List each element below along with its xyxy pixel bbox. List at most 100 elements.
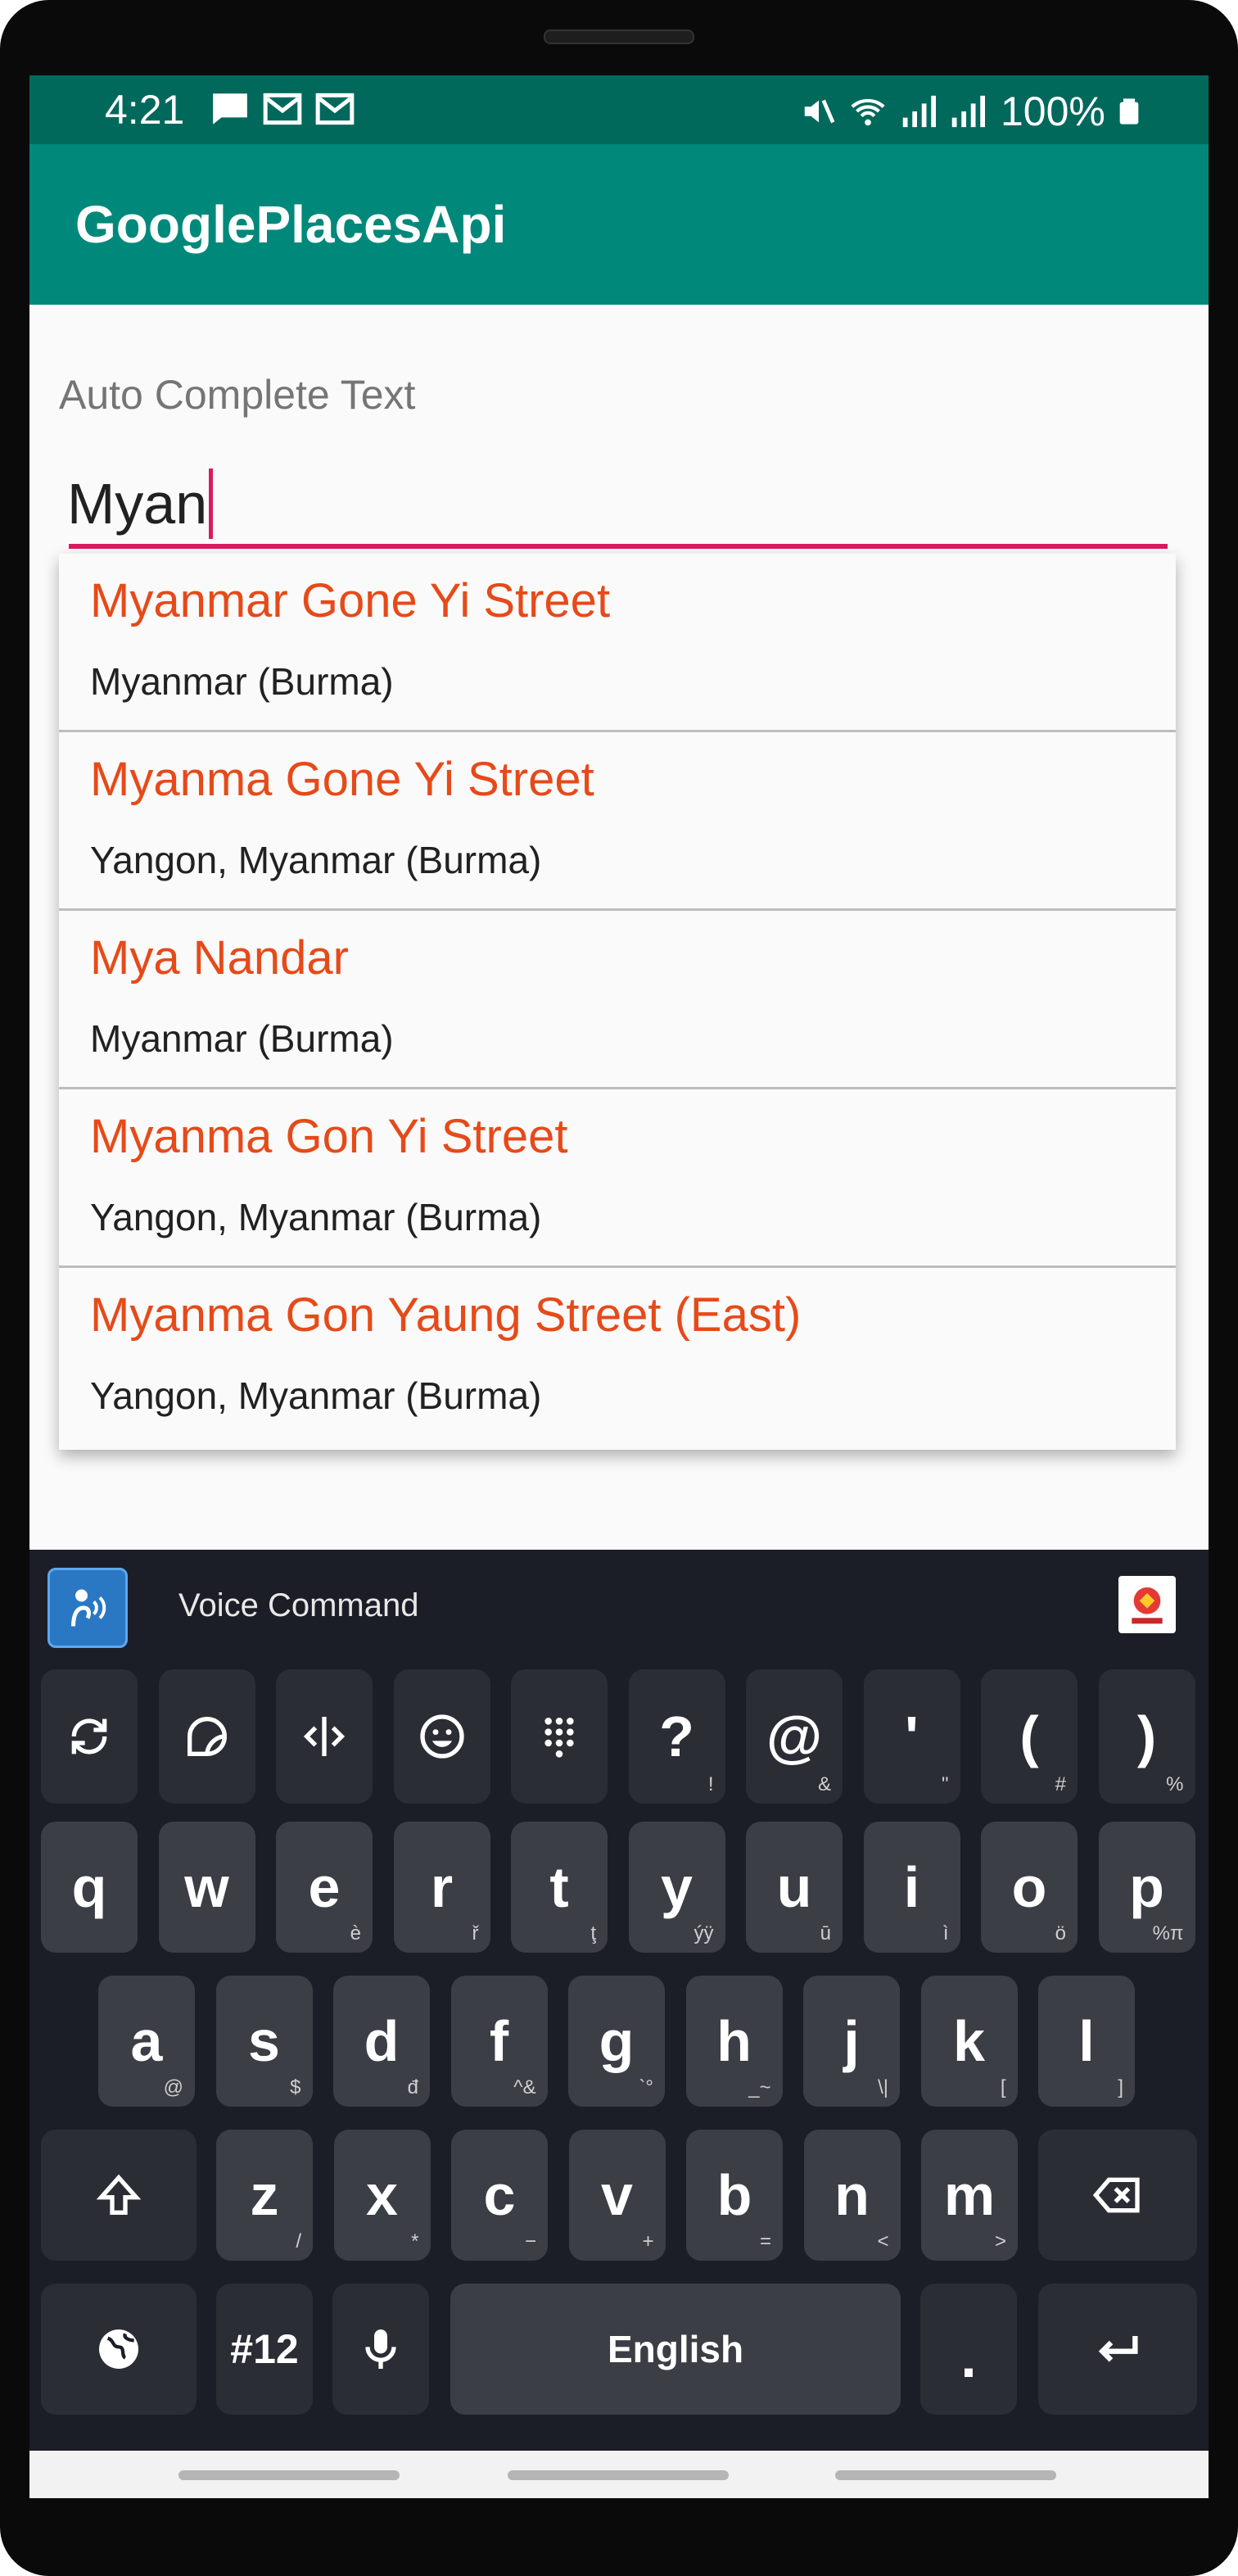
key-label: w bbox=[184, 1855, 229, 1919]
key-q[interactable]: q bbox=[41, 1822, 138, 1953]
key-p[interactable]: p %π bbox=[1098, 1822, 1195, 1953]
enter-key[interactable] bbox=[1038, 2284, 1197, 2415]
key-hint: − bbox=[524, 2230, 536, 2252]
suggestion-primary: Myanma Gone Yi Street bbox=[90, 753, 594, 806]
keyboard-logo-icon[interactable] bbox=[1118, 1576, 1176, 1633]
key-o[interactable]: oö bbox=[981, 1822, 1078, 1953]
suggestion-secondary: Myanmar (Burma) bbox=[90, 660, 394, 703]
mail-icon bbox=[315, 93, 355, 125]
period-key[interactable]: . bbox=[920, 2284, 1017, 2415]
key-v[interactable]: v + bbox=[568, 2130, 666, 2261]
key-m[interactable]: m > bbox=[921, 2130, 1018, 2261]
message-icon bbox=[213, 93, 247, 124]
key-hint: " bbox=[941, 1773, 949, 1795]
mute-icon bbox=[804, 99, 835, 124]
key-label: v bbox=[601, 2163, 633, 2227]
mail-icon bbox=[263, 93, 302, 125]
key-c[interactable]: c − bbox=[451, 2130, 548, 2261]
spacebar-label: English bbox=[607, 2328, 744, 2370]
key-z[interactable]: z / bbox=[216, 2130, 313, 2261]
suggestion-secondary: Yangon, Myanmar (Burma) bbox=[90, 1374, 542, 1417]
field-label: Auto Complete Text bbox=[59, 372, 416, 418]
key-y[interactable]: y ýÿ bbox=[628, 1822, 725, 1953]
symbol-key[interactable]: ' " bbox=[863, 1669, 960, 1804]
suggestion-item[interactable]: Myanma Gone Yi Street Yangon, Myanmar (B… bbox=[59, 732, 1176, 911]
soft-keyboard: Voice Command ?! @ & ' "(#)% q w e è r ř t ţ y ýÿ u ū i ì o… bbox=[29, 1550, 1209, 2498]
key-b[interactable]: b = bbox=[686, 2130, 783, 2261]
voice-command-icon[interactable] bbox=[47, 1568, 128, 1648]
key-d[interactable]: dđ bbox=[333, 1976, 430, 2107]
key-x[interactable]: x * bbox=[333, 2130, 431, 2261]
symbol-key[interactable]: ?! bbox=[628, 1669, 725, 1804]
shift-key[interactable] bbox=[41, 2130, 197, 2261]
status-time: 4:21 bbox=[105, 87, 185, 133]
suggestion-item[interactable]: Myanma Gon Yaung Street (East) Yangon, M… bbox=[59, 1268, 1176, 1446]
key-hint: _~ bbox=[748, 2076, 771, 2098]
key-hint: = bbox=[759, 2230, 771, 2252]
input-value: Myan bbox=[67, 472, 208, 536]
rotate-key[interactable] bbox=[41, 1669, 138, 1804]
key-w[interactable]: w bbox=[158, 1822, 255, 1953]
key-k[interactable]: k[ bbox=[920, 1976, 1018, 2107]
key-label: d bbox=[364, 2009, 400, 2073]
mic-key[interactable] bbox=[332, 2284, 429, 2415]
spacebar-key[interactable]: English bbox=[450, 2284, 901, 2415]
navigation-bar bbox=[29, 2451, 1209, 2498]
suggestion-item[interactable]: Mya Nandar Myanmar (Burma) bbox=[59, 911, 1176, 1089]
key-a[interactable]: a @ bbox=[98, 1976, 195, 2107]
numbers-key[interactable]: #12 bbox=[216, 2284, 313, 2415]
key-hint: đ bbox=[407, 2076, 418, 2098]
phone-frame: 4:21 100% GooglePlacesApi Auto Complete … bbox=[0, 0, 1238, 2576]
key-label: m bbox=[943, 2163, 996, 2227]
key-hint: ^& bbox=[513, 2076, 536, 2098]
autocomplete-input[interactable]: Myan bbox=[67, 469, 214, 539]
key-label: b bbox=[716, 2163, 752, 2227]
backspace-icon bbox=[1091, 2169, 1144, 2221]
key-h[interactable]: h _~ bbox=[685, 1976, 783, 2107]
symbol-key[interactable]: @ & bbox=[746, 1669, 843, 1804]
key-label: t bbox=[549, 1855, 569, 1919]
globe-icon bbox=[93, 2323, 145, 2375]
key-f[interactable]: f ^& bbox=[450, 1976, 548, 2107]
numpad-key[interactable] bbox=[511, 1669, 608, 1804]
key-i[interactable]: iì bbox=[863, 1822, 960, 1953]
voice-command-label[interactable]: Voice Command bbox=[178, 1586, 418, 1625]
key-label: p bbox=[1129, 1855, 1164, 1919]
cursor-key[interactable] bbox=[276, 1669, 373, 1804]
key-label: ' bbox=[905, 1705, 919, 1768]
suggestion-secondary: Myanmar (Burma) bbox=[90, 1017, 394, 1060]
suggestion-item[interactable]: Myanma Gon Yi Street Yangon, Myanmar (Bu… bbox=[59, 1089, 1176, 1268]
key-hint: ! bbox=[707, 1773, 714, 1795]
key-label: . bbox=[960, 2325, 977, 2389]
key-label: q bbox=[71, 1855, 107, 1919]
suggestion-primary: Mya Nandar bbox=[90, 931, 349, 985]
backspace-key[interactable] bbox=[1038, 2130, 1197, 2261]
key-j[interactable]: j \| bbox=[803, 1976, 900, 2107]
key-label: ? bbox=[659, 1705, 694, 1768]
key-s[interactable]: s $ bbox=[215, 1976, 313, 2107]
suggestion-secondary: Yangon, Myanmar (Burma) bbox=[90, 839, 542, 881]
emoji-key[interactable] bbox=[393, 1669, 490, 1804]
symbol-key[interactable]: (# bbox=[981, 1669, 1078, 1804]
key-u[interactable]: uū bbox=[746, 1822, 843, 1953]
home-button[interactable] bbox=[508, 2470, 729, 2480]
suggestion-item[interactable]: Myanmar Gone Yi Street Myanmar (Burma) bbox=[59, 554, 1176, 732]
key-n[interactable]: n < bbox=[803, 2130, 901, 2261]
key-hint: ţ bbox=[590, 1922, 596, 1944]
key-l[interactable]: l] bbox=[1038, 1976, 1135, 2107]
key-e[interactable]: eè bbox=[276, 1822, 373, 1953]
symbol-key[interactable]: )% bbox=[1098, 1669, 1195, 1804]
language-key[interactable] bbox=[41, 2284, 197, 2415]
recents-button[interactable] bbox=[178, 2470, 400, 2480]
key-hint: [ bbox=[1000, 2076, 1006, 2098]
key-label: u bbox=[776, 1855, 812, 1919]
sticker-key[interactable] bbox=[158, 1669, 255, 1804]
back-button[interactable] bbox=[835, 2470, 1056, 2480]
key-g[interactable]: g `° bbox=[568, 1976, 665, 2107]
key-r[interactable]: rř bbox=[393, 1822, 490, 1953]
key-t[interactable]: tţ bbox=[511, 1822, 608, 1953]
key-label: k bbox=[953, 2009, 985, 2073]
rotate-icon bbox=[63, 1710, 115, 1763]
key-label: c bbox=[483, 2163, 516, 2227]
app-bar: GooglePlacesApi bbox=[29, 144, 1209, 305]
